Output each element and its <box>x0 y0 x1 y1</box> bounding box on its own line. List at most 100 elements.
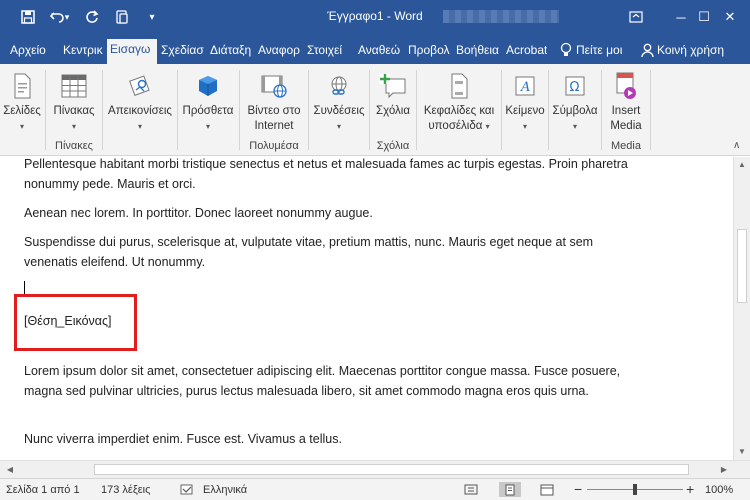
scroll-down-button[interactable]: ▼ <box>734 444 750 460</box>
tab-layout[interactable]: Διάταξη <box>207 40 252 64</box>
illustrations-caret: ▾ <box>137 122 142 131</box>
new-comment-icon <box>379 72 407 100</box>
omega-symbol-icon: Ω <box>561 72 589 100</box>
symbols-caret: ▾ <box>572 122 577 131</box>
online-video-label-2: Internet <box>254 120 294 132</box>
comment-button[interactable]: Σχόλια <box>371 72 415 119</box>
header-footer-icon <box>445 72 473 100</box>
paragraph[interactable]: Pellentesque habitant morbi tristique se… <box>24 157 644 194</box>
group-tables: Πίνακας ▾ Πίνακες <box>46 68 102 154</box>
group-pages: Σελίδες ▾ <box>0 68 44 154</box>
print-layout-icon[interactable] <box>499 482 521 497</box>
text-caret: ▾ <box>522 122 527 131</box>
tab-references[interactable]: Αναφορ <box>255 40 301 64</box>
svg-text:A: A <box>520 80 530 95</box>
web-layout-icon[interactable] <box>536 482 558 497</box>
paragraph[interactable]: Suspendisse dui purus, scelerisque at, v… <box>24 233 644 272</box>
group-text: A Κείμενο ▾ <box>502 68 548 154</box>
document-page[interactable]: Pellentesque habitant morbi tristique se… <box>0 157 733 460</box>
vertical-scrollbar[interactable]: ▲ ▼ <box>733 157 750 460</box>
group-header-footer: Κεφαλίδες και υποσέλιδα ▾ <box>417 68 501 154</box>
pages-button[interactable]: Σελίδες ▾ <box>3 72 41 134</box>
group-addins: Πρόσθετα ▾ <box>178 68 238 154</box>
word-count[interactable]: 173 λέξεις <box>101 484 150 496</box>
tab-view[interactable]: Προβολ <box>405 40 451 64</box>
paragraph[interactable]: Nunc viverra imperdiet enim. Fusce est. … <box>24 430 644 450</box>
insert-media-button[interactable]: Insert Media <box>604 72 648 134</box>
zoom-slider-thumb[interactable] <box>633 484 637 495</box>
ribbon-tabs: Αρχείο Κεντρικ Εισαγω Σχεδίασ Διάταξη Αν… <box>0 34 750 64</box>
tab-help[interactable]: Βοήθεια <box>453 40 501 64</box>
focus-mode-icon[interactable] <box>460 482 482 497</box>
title-bar: ▾ ▾ Έγγραφο1 - Word ─ ☐ ✕ <box>0 0 750 34</box>
scroll-right-button[interactable]: ▶ <box>716 462 732 478</box>
zoom-in-button[interactable]: + <box>686 481 694 497</box>
status-bar: Σελίδα 1 από 1 173 λέξεις Ελληνικά − + 1… <box>0 478 750 500</box>
online-video-icon <box>260 72 288 100</box>
proofing-icon[interactable] <box>180 484 194 499</box>
paragraph[interactable]: Lorem ipsum dolor sit amet, consectetuer… <box>24 362 644 401</box>
ribbon-display-options-icon[interactable] <box>613 0 659 34</box>
header-footer-label-2: υποσέλιδα <box>428 120 483 132</box>
illustrations-icon <box>126 72 154 100</box>
illustrations-button[interactable]: Απεικονίσεις ▾ <box>105 72 175 134</box>
tab-review[interactable]: Αναθεώ <box>355 40 402 64</box>
online-video-label-1: Βίντεο στο <box>247 105 301 117</box>
header-footer-label-1: Κεφαλίδες και <box>423 105 495 117</box>
store-box-icon <box>194 72 222 100</box>
scroll-up-button[interactable]: ▲ <box>734 157 750 173</box>
group-links: Συνδέσεις ▾ <box>309 68 369 154</box>
group-comments-label: Σχόλια <box>376 140 410 152</box>
tab-file[interactable]: Αρχείο <box>7 40 51 64</box>
group-media-label: Πολυμέσα <box>249 140 299 152</box>
links-caret: ▾ <box>336 122 341 131</box>
tab-home[interactable]: Κεντρικ <box>60 40 104 64</box>
paragraph[interactable]: Aenean nec lorem. In porttitor. Donec la… <box>24 204 644 224</box>
group-insert-media-label: Media <box>611 140 641 152</box>
group-symbols: Ω Σύμβολα ▾ <box>549 68 601 154</box>
collapse-ribbon-icon[interactable]: ∧ <box>733 140 740 151</box>
tab-design[interactable]: Σχεδίασ <box>158 40 205 64</box>
header-footer-button[interactable]: Κεφαλίδες και υποσέλιδα ▾ <box>419 72 499 134</box>
table-icon <box>60 72 88 100</box>
tell-me-search[interactable]: Πείτε μοι <box>573 40 633 64</box>
pages-label: Σελίδες <box>3 105 41 117</box>
group-tables-label: Πίνακες <box>55 140 93 152</box>
tab-acrobat[interactable]: Acrobat <box>503 40 547 64</box>
zoom-out-button[interactable]: − <box>574 481 582 497</box>
text-button[interactable]: A Κείμενο ▾ <box>503 72 547 134</box>
ribbon-insert: Σελίδες ▾ Πίνακας ▾ Πίνακες Απεικονίσεις ▾ <box>0 64 750 156</box>
pages-icon <box>8 72 36 100</box>
header-footer-caret: ▾ <box>485 122 490 131</box>
symbols-button[interactable]: Ω Σύμβολα ▾ <box>551 72 599 134</box>
zoom-level[interactable]: 100% <box>705 484 733 496</box>
tab-insert[interactable]: Εισαγω <box>107 39 157 64</box>
group-media-video: Βίντεο στο Internet Πολυμέσα <box>240 68 308 154</box>
vertical-scroll-thumb[interactable] <box>737 229 747 303</box>
person-icon[interactable] <box>638 40 654 64</box>
addins-button[interactable]: Πρόσθετα ▾ <box>180 72 236 134</box>
close-button[interactable]: ✕ <box>710 0 750 34</box>
horizontal-scrollbar[interactable]: ◀ ▶ <box>0 460 750 478</box>
table-label: Πίνακας <box>53 105 95 117</box>
illustrations-label: Απεικονίσεις <box>108 105 172 117</box>
language[interactable]: Ελληνικά <box>203 484 247 496</box>
group-comments: Σχόλια Σχόλια <box>370 68 416 154</box>
text-label: Κείμενο <box>505 105 545 117</box>
tab-mailings[interactable]: Στοιχεί <box>304 40 352 64</box>
links-button[interactable]: Συνδέσεις ▾ <box>311 72 367 134</box>
horizontal-scroll-thumb[interactable] <box>94 464 689 475</box>
group-insert-media: Insert Media Media <box>602 68 650 154</box>
comment-label: Σχόλια <box>376 105 410 117</box>
table-caret: ▾ <box>71 122 76 131</box>
image-placeholder-text[interactable]: [Θέση_Εικόνας] <box>24 314 112 328</box>
page-count[interactable]: Σελίδα 1 από 1 <box>6 484 80 496</box>
addins-caret: ▾ <box>205 122 210 131</box>
insert-media-label-2: Media <box>610 120 642 132</box>
group-illustrations: Απεικονίσεις ▾ <box>103 68 177 154</box>
links-label: Συνδέσεις <box>313 105 365 117</box>
table-button[interactable]: Πίνακας ▾ <box>53 72 95 134</box>
online-video-button[interactable]: Βίντεο στο Internet <box>242 72 306 134</box>
scroll-left-button[interactable]: ◀ <box>2 462 18 478</box>
share-button[interactable]: Κοινή χρήση <box>654 40 730 64</box>
